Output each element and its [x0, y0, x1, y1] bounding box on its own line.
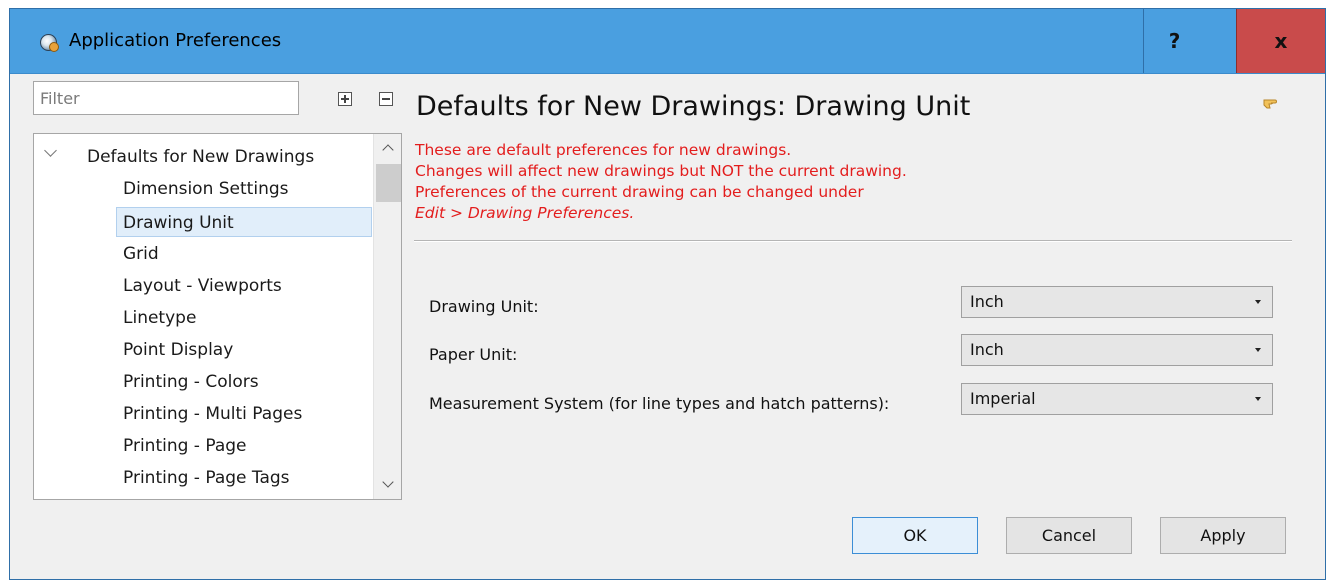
expand-all-icon[interactable] [338, 92, 352, 106]
paper-unit-value: Inch [970, 340, 1004, 359]
paper-unit-select[interactable]: Inch [961, 334, 1273, 366]
paper-unit-label: Paper Unit: [429, 345, 518, 364]
notice-line-3: Preferences of the current drawing can b… [415, 183, 864, 201]
close-button[interactable]: x [1236, 9, 1325, 73]
close-icon: x [1274, 29, 1288, 53]
drawing-unit-label: Drawing Unit: [429, 297, 539, 316]
notice-text: These are default preferences for new dr… [415, 140, 907, 224]
measurement-system-select[interactable]: Imperial [961, 383, 1273, 415]
filter-input[interactable] [33, 81, 299, 115]
divider [414, 240, 1292, 242]
collapse-all-icon[interactable] [379, 92, 393, 106]
measurement-system-value: Imperial [970, 389, 1036, 408]
chevron-down-icon[interactable] [44, 144, 57, 157]
help-icon: ? [1168, 29, 1181, 53]
scroll-up-button[interactable] [374, 134, 401, 161]
tree-item-dimension-settings[interactable]: Dimension Settings [123, 174, 289, 204]
hint-hand-icon[interactable] [1262, 94, 1278, 110]
chevron-down-icon [382, 476, 394, 488]
tree-category-defaults[interactable]: Defaults for New Drawings [87, 142, 314, 172]
page-title: Defaults for New Drawings: Drawing Unit [416, 91, 971, 122]
ok-button[interactable]: OK [852, 517, 978, 554]
preferences-tree[interactable]: Defaults for New Drawings Dimension Sett… [33, 133, 402, 500]
tree-item-linetype[interactable]: Linetype [123, 303, 196, 333]
notice-line-1: These are default preferences for new dr… [415, 141, 792, 159]
tree-item-point-display[interactable]: Point Display [123, 335, 233, 365]
tree-item-printing-colors[interactable]: Printing - Colors [123, 367, 259, 397]
tree-item-printing-multi-pages[interactable]: Printing - Multi Pages [123, 399, 302, 429]
scroll-down-button[interactable] [374, 472, 401, 499]
title-bar[interactable]: Application Preferences ? x [10, 9, 1325, 74]
notice-line-2: Changes will affect new drawings but NOT… [415, 162, 907, 180]
measurement-system-label: Measurement System (for line types and h… [429, 394, 890, 413]
app-icon [40, 34, 59, 52]
apply-button[interactable]: Apply [1160, 517, 1286, 554]
tree-item-grid[interactable]: Grid [123, 239, 159, 269]
drawing-unit-value: Inch [970, 292, 1004, 311]
scroll-thumb[interactable] [376, 164, 401, 202]
dropdown-arrow-icon [1255, 348, 1261, 352]
notice-link-drawing-preferences[interactable]: Edit > Drawing Preferences. [415, 203, 907, 224]
tree-scrollbar[interactable] [373, 134, 401, 499]
tree-item-printing-page[interactable]: Printing - Page [123, 431, 247, 461]
tree-item-layout-viewports[interactable]: Layout - Viewports [123, 271, 282, 301]
help-button[interactable]: ? [1143, 9, 1205, 73]
cancel-button[interactable]: Cancel [1006, 517, 1132, 554]
tree-item-printing-page-tags[interactable]: Printing - Page Tags [123, 463, 290, 493]
dropdown-arrow-icon [1255, 397, 1261, 401]
tree-item-drawing-unit[interactable]: Drawing Unit [116, 207, 372, 237]
chevron-up-icon [382, 144, 394, 156]
dropdown-arrow-icon [1255, 300, 1261, 304]
drawing-unit-select[interactable]: Inch [961, 286, 1273, 318]
window-title: Application Preferences [69, 30, 282, 51]
